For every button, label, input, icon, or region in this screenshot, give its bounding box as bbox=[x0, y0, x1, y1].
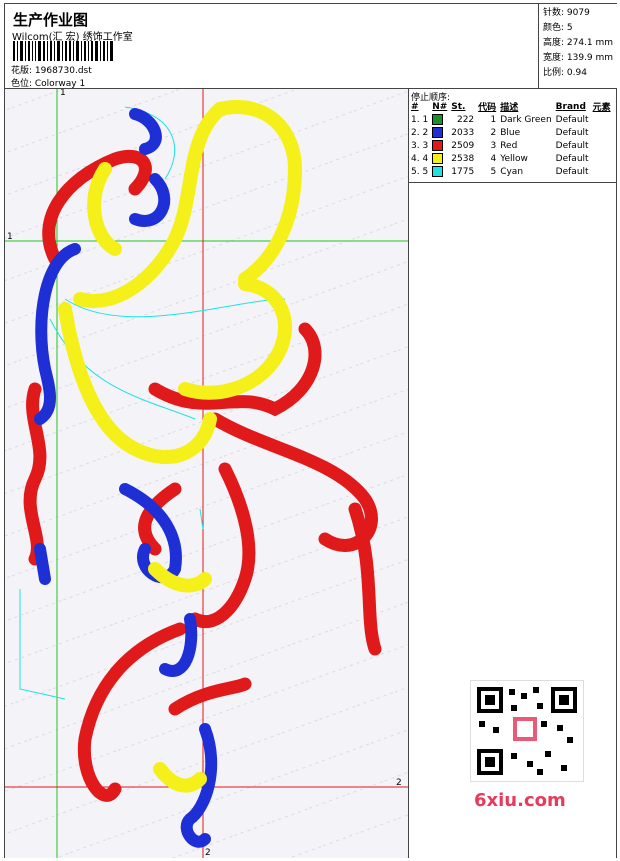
color-swatch bbox=[430, 165, 449, 178]
stop-number: 3. 3 bbox=[411, 140, 429, 151]
element-cell bbox=[591, 165, 613, 178]
design-width: 宽度: 139.9 mm bbox=[543, 53, 614, 63]
sequence-col-header: 代码 bbox=[478, 103, 497, 113]
color-swatch-box bbox=[432, 140, 444, 151]
brand-cell: Default bbox=[555, 140, 589, 151]
color-swatch bbox=[430, 139, 449, 152]
element-cell bbox=[591, 126, 613, 139]
sequence-col-header: Brand bbox=[555, 101, 586, 112]
color-swatch-box bbox=[432, 114, 444, 125]
code-cell: 5 bbox=[490, 166, 497, 177]
design-canvas: 1 1 2 2 bbox=[5, 89, 408, 858]
barcode bbox=[13, 41, 143, 61]
marker-1-top: 1 bbox=[60, 89, 66, 98]
description-cell: Red bbox=[500, 140, 518, 151]
sequence-col-header: # bbox=[411, 101, 419, 112]
sequence-row: 3. 3 2509 3 Red Default bbox=[409, 139, 613, 152]
watermark-logo: 6xiu.com bbox=[474, 790, 566, 811]
code-cell: 1 bbox=[490, 114, 497, 125]
sequence-col-header: 元素 bbox=[592, 103, 611, 113]
sequence-row: 2. 2 2033 2 Blue Default bbox=[409, 126, 613, 139]
code-cell: 3 bbox=[490, 140, 497, 151]
embroidery-preview bbox=[5, 89, 408, 858]
sequence-row: 5. 5 1775 5 Cyan Default bbox=[409, 165, 613, 178]
color-swatch bbox=[430, 126, 449, 139]
stop-number: 5. 5 bbox=[411, 166, 429, 177]
page-title: 生产作业图 bbox=[13, 11, 89, 29]
color-count: 颜色: 5 bbox=[543, 23, 573, 33]
header: 生产作业图 Wilcom(汇 宏) 绣饰工作室 花版: 1968730.dst … bbox=[5, 4, 539, 89]
marker-1-left: 1 bbox=[7, 232, 13, 242]
sequence-row: 4. 4 2538 4 Yellow Default bbox=[409, 152, 613, 165]
stop-number: 1. 1 bbox=[411, 114, 429, 125]
code-cell: 2 bbox=[490, 127, 497, 138]
brand-cell: Default bbox=[555, 127, 589, 138]
stitch-count-cell: 2509 bbox=[451, 140, 475, 151]
stitch-count: 针数: 9079 bbox=[543, 8, 590, 18]
stop-number: 4. 4 bbox=[411, 153, 429, 164]
element-cell bbox=[591, 139, 613, 152]
color-swatch bbox=[430, 152, 449, 165]
stats-panel: 针数: 9079 颜色: 5 高度: 274.1 mm 宽度: 139.9 mm… bbox=[538, 4, 617, 88]
stitch-count-cell: 1775 bbox=[451, 166, 475, 177]
stop-number: 2. 2 bbox=[411, 127, 429, 138]
description-cell: Dark Green bbox=[500, 114, 552, 125]
code-cell: 4 bbox=[490, 153, 497, 164]
design-height: 高度: 274.1 mm bbox=[543, 38, 614, 48]
description-cell: Blue bbox=[500, 127, 521, 138]
stitch-count-cell: 222 bbox=[456, 114, 475, 125]
marker-2-bottom: 2 bbox=[205, 848, 211, 858]
element-cell bbox=[591, 152, 613, 165]
brand-cell: Default bbox=[555, 153, 589, 164]
sequence-col-header: 描述 bbox=[500, 103, 519, 113]
description-cell: Yellow bbox=[500, 153, 528, 164]
description-cell: Cyan bbox=[500, 166, 524, 177]
sequence-col-header: St. bbox=[451, 101, 466, 112]
stitch-count-cell: 2033 bbox=[451, 127, 475, 138]
sequence-row: 1. 1 222 1 Dark Green Default bbox=[409, 113, 613, 126]
color-swatch-box bbox=[432, 166, 444, 177]
sequence-col-header: N# bbox=[432, 101, 448, 112]
color-swatch bbox=[430, 113, 449, 126]
design-label: 花版: 1968730.dst bbox=[11, 66, 92, 76]
brand-cell: Default bbox=[555, 114, 589, 125]
sequence-divider bbox=[409, 182, 616, 183]
sequence-header-row: # N# St. 代码 描述 Brand 元素 bbox=[409, 100, 613, 114]
qr-code bbox=[470, 680, 584, 782]
design-scale: 比例: 0.94 bbox=[543, 68, 587, 78]
element-cell bbox=[591, 113, 613, 126]
marker-2-right: 2 bbox=[396, 778, 402, 788]
sequence-table: # N# St. 代码 描述 Brand 元素 1. 1 222 1 Dark Green Defa… bbox=[409, 100, 613, 178]
stitch-count-cell: 2538 bbox=[451, 153, 475, 164]
color-swatch-box bbox=[432, 127, 444, 138]
brand-cell: Default bbox=[555, 166, 589, 177]
color-swatch-box bbox=[432, 153, 444, 164]
